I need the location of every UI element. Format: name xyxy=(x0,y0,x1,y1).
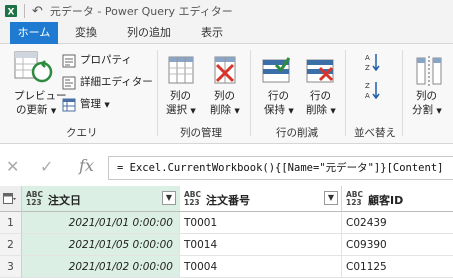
chevron-down-icon: ▼ xyxy=(190,107,196,115)
refresh-preview-label-2: の更新 xyxy=(16,104,48,116)
column-name: 顧客ID xyxy=(368,194,404,207)
refresh-preview-label-2-wrap: の更新 ▼ xyxy=(16,104,56,118)
type-badge-line2: 123 xyxy=(184,198,200,207)
cell-order-number[interactable]: T0014 xyxy=(180,234,342,256)
keep-rows-label-2-wrap: 保持 ▼ xyxy=(264,104,294,118)
ribbon-home: プレビュー の更新 ▼ プロパティ 詳細エディター 管理 ▼ クエリ 列の 選択… xyxy=(0,44,453,144)
svg-text:A: A xyxy=(365,54,370,62)
excel-app-icon: X xyxy=(4,4,18,18)
manage-label: 管理 xyxy=(80,98,101,110)
refresh-preview-icon xyxy=(14,51,53,83)
cell-order-date[interactable]: 2021/01/05 0:00:00 xyxy=(22,234,180,256)
column-header-order-date[interactable]: ABC 123 注文日 ▼ xyxy=(22,186,180,212)
svg-text:Z: Z xyxy=(365,64,370,72)
chevron-down-icon: ▼ xyxy=(436,107,442,115)
chevron-down-icon: ▼ xyxy=(234,107,240,115)
advanced-editor-icon xyxy=(62,76,76,90)
chevron-down-icon: ▼ xyxy=(50,107,57,115)
refresh-preview-label-1: プレビュー xyxy=(14,90,67,102)
tab-view[interactable]: 表示 xyxy=(192,22,232,44)
tab-add-column[interactable]: 列の追加 xyxy=(118,22,180,44)
window-title: 元データ - Power Query エディター xyxy=(49,5,233,18)
group-label-sort: 並べ替え xyxy=(354,127,396,139)
ribbon-tabs: ホーム 変換 列の追加 表示 xyxy=(0,22,453,44)
group-separator xyxy=(250,50,251,136)
cell-customer-id[interactable]: C09390 xyxy=(342,234,453,256)
split-column-label-2: 分割 xyxy=(412,104,433,116)
split-column-label-1: 列の xyxy=(416,90,437,102)
column-header-order-number[interactable]: ABC 123 注文番号 ▼ xyxy=(180,186,342,212)
svg-text:A: A xyxy=(365,92,370,100)
column-header-customer-id[interactable]: ABC 123 顧客ID xyxy=(342,186,453,212)
remove-rows-label-1: 行の xyxy=(310,90,331,102)
split-column-label-2-wrap: 分割 ▼ xyxy=(412,104,442,118)
type-any-icon[interactable]: ABC 123 xyxy=(184,191,201,207)
type-badge-line2: 123 xyxy=(26,198,42,207)
cell-customer-id[interactable]: C01125 xyxy=(342,256,453,278)
properties-label: プロパティ xyxy=(80,54,132,66)
table-corner-menu[interactable] xyxy=(0,186,22,212)
choose-columns-icon xyxy=(168,56,194,84)
data-grid: ABC 123 注文日 ▼ ABC 123 注文番号 ▼ ABC 123 顧客I… xyxy=(0,186,453,278)
keep-rows-label-2: 保持 xyxy=(264,104,285,116)
close-icon[interactable]: ✕ xyxy=(6,157,19,176)
remove-columns-label-2: 削除 xyxy=(210,104,231,116)
table-menu-icon xyxy=(3,193,16,204)
chevron-down-icon: ▼ xyxy=(104,101,110,109)
check-icon[interactable]: ✓ xyxy=(40,157,53,176)
group-separator xyxy=(402,50,403,136)
fx-icon[interactable]: fx xyxy=(79,156,94,175)
svg-text:Z: Z xyxy=(365,82,370,90)
remove-rows-icon xyxy=(306,59,334,83)
tab-transform[interactable]: 変換 xyxy=(66,22,106,44)
group-label-manage-columns: 列の管理 xyxy=(180,127,222,139)
chevron-down-icon: ▼ xyxy=(330,107,336,115)
title-separator xyxy=(24,4,25,18)
remove-columns-label-2-wrap: 削除 ▼ xyxy=(210,104,240,118)
row-number[interactable]: 3 xyxy=(0,256,22,278)
sort-ascending-icon: A Z xyxy=(365,54,380,72)
remove-columns-label-1: 列の xyxy=(214,90,235,102)
choose-columns-label-1: 列の xyxy=(170,90,191,102)
split-column-icon xyxy=(416,56,442,86)
group-separator xyxy=(345,50,346,136)
group-label-query: クエリ xyxy=(66,127,98,139)
row-number[interactable]: 2 xyxy=(0,234,22,256)
keep-rows-label-1: 行の xyxy=(268,90,289,102)
column-name: 注文番号 xyxy=(206,194,250,207)
chevron-down-icon: ▼ xyxy=(288,107,294,115)
type-badge-line2: 123 xyxy=(346,198,362,207)
remove-rows-label-2-wrap: 削除 ▼ xyxy=(306,104,336,118)
cell-order-number[interactable]: T0004 xyxy=(180,256,342,278)
svg-text:X: X xyxy=(8,8,15,18)
type-any-icon[interactable]: ABC 123 xyxy=(26,191,43,207)
filter-dropdown-icon[interactable]: ▼ xyxy=(324,191,338,205)
keep-rows-icon xyxy=(262,57,290,83)
choose-columns-label-2-wrap: 選択 ▼ xyxy=(166,104,196,118)
sort-descending-icon: Z A xyxy=(365,82,380,100)
group-label-reduce-rows: 行の削減 xyxy=(276,127,318,139)
formula-bar: ✕ ✓ fx = Excel.CurrentWorkbook(){[Name="… xyxy=(0,152,453,184)
type-any-icon[interactable]: ABC 123 xyxy=(346,191,363,207)
column-name: 注文日 xyxy=(48,194,81,207)
cell-customer-id[interactable]: C02439 xyxy=(342,212,453,234)
choose-columns-label-2: 選択 xyxy=(166,104,187,116)
advanced-editor-label: 詳細エディター xyxy=(80,76,153,88)
undo-icon[interactable]: ↶ xyxy=(32,4,43,19)
properties-icon xyxy=(62,54,76,68)
formula-input[interactable]: = Excel.CurrentWorkbook(){[Name="元データ"]}… xyxy=(108,156,453,180)
table-icon xyxy=(62,98,76,112)
group-separator xyxy=(157,50,158,136)
remove-rows-label-2: 削除 xyxy=(306,104,327,116)
cell-order-date[interactable]: 2021/01/01 0:00:00 xyxy=(22,212,180,234)
cell-order-number[interactable]: T0001 xyxy=(180,212,342,234)
cell-order-date[interactable]: 2021/01/02 0:00:00 xyxy=(22,256,180,278)
remove-columns-icon xyxy=(214,56,236,84)
filter-dropdown-icon[interactable]: ▼ xyxy=(162,191,176,205)
tab-home[interactable]: ホーム xyxy=(10,22,58,44)
manage-label-wrap: 管理 ▼ xyxy=(80,98,110,112)
row-number[interactable]: 1 xyxy=(0,212,22,234)
title-bar: X ↶ 元データ - Power Query エディター xyxy=(0,0,453,22)
